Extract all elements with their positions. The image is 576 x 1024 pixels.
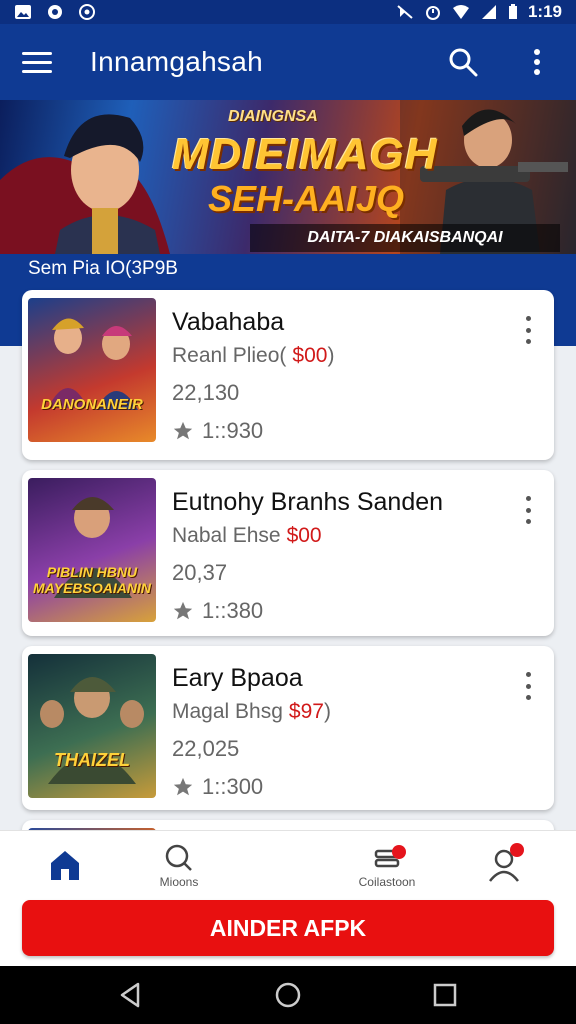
item-count: 20,37 [172, 560, 228, 585]
message-icon [48, 5, 62, 19]
item-subtitle: Nabal Ehse $00 [172, 524, 322, 547]
app-screen: 1:19 Innamgahsah DIAINGNSA MDIEIMAGH SEH… [0, 0, 576, 1024]
status-right: 1:19 [396, 2, 562, 22]
item-subtitle: Magal Bhsg $97) [172, 700, 331, 723]
item-title: Eary Bpaoa [172, 664, 303, 692]
item-more-icon[interactable] [520, 316, 536, 344]
item-count: 22,130 [172, 380, 240, 405]
nav-collection[interactable]: Coilastoon [352, 831, 422, 901]
home-circle-icon[interactable] [273, 980, 303, 1010]
alarm-icon [425, 6, 440, 20]
item-price: $97 [288, 700, 324, 723]
thumbnail-title: PIBLIN HBNU MAYEBSOAIANIN [33, 564, 151, 596]
star-icon [173, 421, 193, 440]
nav-search[interactable]: Mioons [148, 831, 210, 901]
item-more-icon[interactable] [520, 496, 536, 524]
bottom-navigation: Mioons Coilastoon [0, 830, 576, 900]
notification-badge [392, 845, 406, 859]
list-item[interactable]: THAIZEL Eary Bpaoa Magal Bhsg $97) 22,025… [22, 646, 554, 810]
item-more-icon[interactable] [520, 672, 536, 700]
menu-icon[interactable] [22, 45, 56, 79]
home-icon [51, 851, 79, 880]
wifi-icon [452, 5, 469, 19]
search-icon [165, 844, 192, 871]
item-rating: 1::300 [172, 774, 263, 800]
item-rating: 1::380 [172, 598, 263, 624]
nav-home[interactable] [34, 831, 96, 901]
status-left-icons [14, 4, 96, 20]
item-subtitle: Reanl Plieo($00) [172, 344, 335, 367]
more-vertical-icon[interactable] [520, 45, 554, 79]
star-icon [173, 777, 193, 796]
item-rating: 1::930 [172, 418, 263, 444]
status-bar: 1:19 [0, 0, 576, 24]
item-count: 22,025 [172, 736, 240, 761]
item-title: Vabahaba [172, 308, 285, 336]
cta-area: AINDER AFPK [0, 900, 576, 966]
at-icon [79, 4, 95, 20]
signal-icon [481, 5, 496, 19]
system-navigation-bar [0, 966, 576, 1024]
banner-strip: DAITA-7 DIAKAISBANQAI [250, 224, 560, 252]
battery-icon [508, 4, 517, 19]
list-item[interactable]: DANONANEIR Vabahaba Reanl Plieo($00) 22,… [22, 290, 554, 460]
thumbnail-title: THAIZEL [54, 750, 130, 770]
download-apk-button[interactable]: AINDER AFPK [22, 900, 554, 956]
image-icon [15, 5, 31, 19]
banner-tag: DIAINGNSA [228, 108, 318, 125]
section-label: Sem Pia IO(3P9B [28, 258, 178, 279]
back-icon[interactable] [116, 980, 146, 1010]
recents-icon[interactable] [430, 980, 460, 1010]
banner-title: MDIEIMAGH [172, 130, 438, 179]
nav-profile[interactable] [476, 831, 532, 901]
item-thumbnail: PIBLIN HBNU MAYEBSOAIANIN [28, 478, 156, 622]
app-title: Innamgahsah [90, 46, 263, 77]
banner-subtitle: SEH-AAIJQ [208, 178, 405, 219]
item-thumbnail: DANONANEIR [28, 298, 156, 442]
status-time: 1:19 [527, 2, 562, 21]
mute-icon [397, 5, 413, 19]
search-icon[interactable] [446, 45, 480, 79]
notification-badge [510, 843, 524, 857]
star-icon [173, 601, 193, 620]
item-thumbnail: THAIZEL [28, 654, 156, 798]
list-item[interactable]: PIBLIN HBNU MAYEBSOAIANIN Eutnohy Branhs… [22, 470, 554, 636]
item-price: $00 [292, 344, 328, 367]
item-title: Eutnohy Branhs Sanden [172, 488, 444, 516]
app-bar-actions [446, 45, 554, 79]
promo-banner[interactable]: DIAINGNSA MDIEIMAGH SEH-AAIJQ DAITA-7 DI… [0, 100, 576, 254]
hero-left-illustration [0, 114, 170, 254]
thumbnail-title: DANONANEIR [41, 396, 143, 413]
item-price: $00 [286, 524, 322, 547]
app-bar: Innamgahsah [0, 24, 576, 100]
